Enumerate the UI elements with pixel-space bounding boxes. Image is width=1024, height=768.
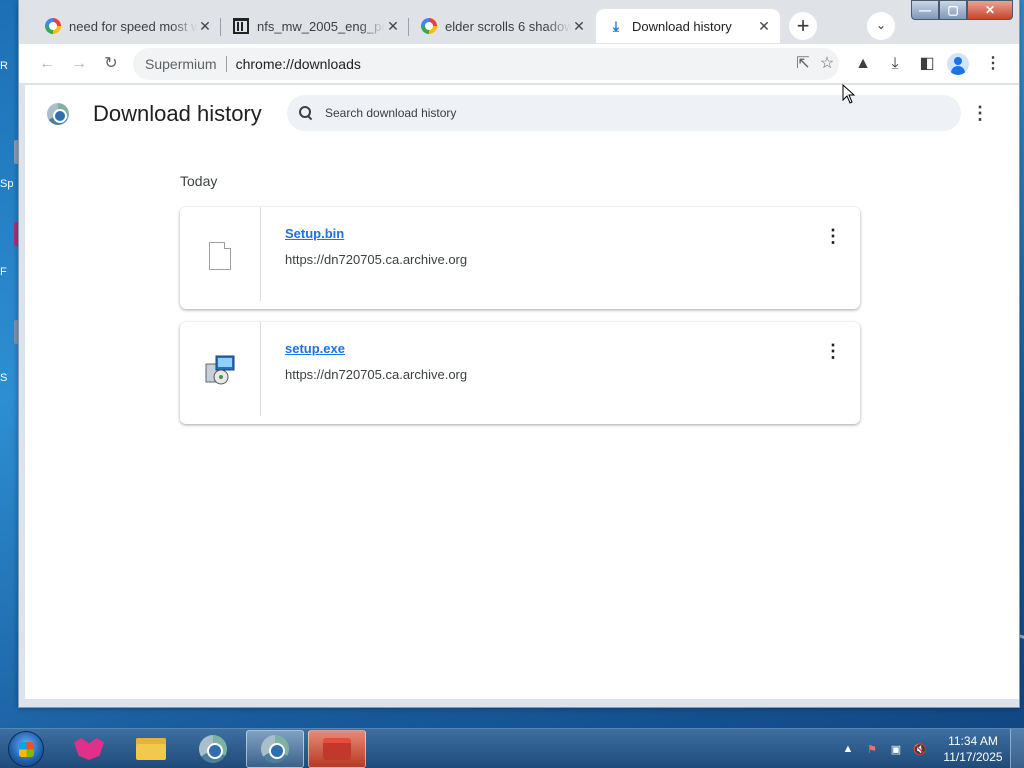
site-chip: Supermium [145,56,227,72]
tab-strip: need for speed most w ✕ nfs_mw_2005_eng_… [19,0,1019,44]
desktop-label-fragment: R [0,60,8,72]
toolbox-icon [323,738,351,760]
download-item: setup.exe https://dn720705.ca.archive.or… [180,322,860,424]
browser-toolbar: ← → ↻ Supermium chrome://downloads ⇱ ☆ ▲… [19,44,1019,84]
installer-icon [205,355,235,385]
profile-avatar-icon[interactable] [947,53,969,75]
close-window-button[interactable]: ✕ [967,0,1013,20]
action-center-flag-icon[interactable]: ⚑ [864,743,880,756]
chromium-button[interactable] [184,730,242,768]
google-favicon-icon [45,18,61,34]
download-source-url: https://dn720705.ca.archive.org [285,252,468,267]
tab-title: need for speed most w [69,18,197,34]
download-favicon-icon: ⤓ [612,17,620,34]
tab-title: Download history [632,18,732,34]
supermium-logo-icon [47,103,69,125]
search-icon[interactable] [299,106,313,120]
url-text[interactable]: chrome://downloads [227,56,361,72]
new-tab-button[interactable]: + [789,12,817,40]
start-button[interactable] [8,731,44,767]
toolbox-app-button[interactable] [308,730,366,768]
downloads-menu-icon[interactable]: ⋮ [971,102,989,124]
fox-app-button[interactable] [60,730,118,768]
downloads-icon[interactable]: ⤓ [883,52,907,76]
search-input[interactable] [325,106,885,120]
download-file-link[interactable]: setup.exe [285,341,345,356]
date-section-heading: Today [180,173,218,189]
more-actions-icon[interactable]: ⋮ [824,225,842,247]
side-panel-icon[interactable]: ◧ [915,52,939,76]
search-downloads[interactable] [287,95,961,131]
show-hidden-icons-icon[interactable]: ▲ [840,743,856,755]
tab-close-icon[interactable]: ✕ [756,18,772,35]
forward-arrow-icon[interactable]: → [67,52,91,76]
browser-window: need for speed most w ✕ nfs_mw_2005_eng_… [18,0,1020,708]
reload-icon[interactable]: ↻ [99,52,123,76]
window-controls: — ▢ ✕ [911,0,1013,20]
download-item: Setup.bin https://dn720705.ca.archive.or… [180,207,860,309]
google-favicon-icon [421,18,437,34]
page-title: Download history [93,101,262,126]
tab-close-icon[interactable]: ✕ [385,18,401,35]
taskbar: ▲ ⚑ ▣ 🔇 11:34 AM 11/17/2025 [0,728,1024,768]
back-arrow-icon[interactable]: ← [35,52,59,76]
supermium-taskbar-button[interactable] [246,730,304,768]
chromium-icon [199,735,227,763]
file-explorer-button[interactable] [122,730,180,768]
tab-download-history[interactable]: ⤓ Download history ✕ [596,9,780,43]
supermium-icon [261,735,289,763]
desktop-label-fragment: S [0,372,8,384]
clock-time: 11:34 AM [948,734,998,748]
bookmark-star-icon[interactable]: ☆ [815,52,839,76]
tab-title: elder scrolls 6 shadow [445,18,571,34]
fox-app-icon [74,738,104,760]
tab-close-icon[interactable]: ✕ [197,18,213,35]
desktop-label-fragment: Sp [0,178,14,190]
tab-title: nfs_mw_2005_eng_pc_ [257,18,385,34]
download-source-url: https://dn720705.ca.archive.org [285,367,468,382]
maximize-button[interactable]: ▢ [939,0,967,20]
downloads-page: Download history ⋮ Today Setup.bin https… [25,85,1019,699]
network-icon[interactable]: ▣ [888,743,904,756]
clock-date: 11/17/2025 [943,750,1003,764]
labs-flask-icon[interactable]: ▲ [851,52,875,76]
system-clock[interactable]: 11:34 AM 11/17/2025 [940,733,1006,765]
desktop-label-fragment: F [0,266,7,278]
browser-menu-icon[interactable]: ⋮ [981,52,1005,76]
download-file-link[interactable]: Setup.bin [285,226,344,241]
tab-search-button[interactable]: ⌄ [867,12,895,40]
tab-close-icon[interactable]: ✕ [571,18,587,35]
file-explorer-icon [136,738,166,760]
volume-muted-icon[interactable]: 🔇 [912,743,928,756]
mouse-cursor-icon [842,84,856,104]
show-desktop-button[interactable] [1010,729,1024,768]
downloads-header: Download history ⋮ [25,85,1019,143]
more-actions-icon[interactable]: ⋮ [824,340,842,362]
file-icon-column [180,207,261,301]
tab-nfs-archive[interactable]: nfs_mw_2005_eng_pc_ ✕ [221,9,409,43]
generic-file-icon [209,242,231,270]
share-icon[interactable]: ⇱ [791,52,815,76]
tab-elder-scrolls[interactable]: elder scrolls 6 shadow ✕ [409,9,595,43]
file-icon-column [180,322,261,416]
address-bar[interactable]: Supermium chrome://downloads [133,48,839,80]
minimize-button[interactable]: — [911,0,939,20]
system-tray: ▲ ⚑ ▣ 🔇 [840,737,928,761]
tab-need-for-speed[interactable]: need for speed most w ✕ [33,9,221,43]
archive-org-favicon-icon [233,18,249,34]
